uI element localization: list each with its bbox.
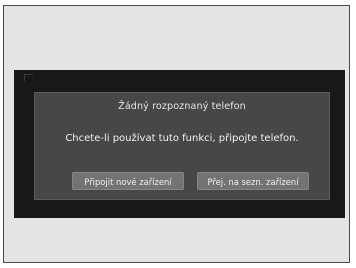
- dialog-message: Chcete-li používat tuto funkci, připojte…: [65, 133, 299, 144]
- status-corner-icon: [24, 74, 33, 81]
- no-phone-dialog: Žádný rozpoznaný telefon Chcete-li použí…: [34, 92, 330, 200]
- figure-frame: Žádný rozpoznaný telefon Chcete-li použí…: [3, 5, 350, 263]
- dialog-title: Žádný rozpoznaný telefon: [118, 101, 246, 112]
- connect-new-device-button[interactable]: Připojit nové zařízení: [72, 172, 184, 190]
- display-screen: Žádný rozpoznaný telefon Chcete-li použí…: [14, 70, 345, 218]
- go-to-device-list-button[interactable]: Přej. na sezn. zařízení: [197, 172, 309, 190]
